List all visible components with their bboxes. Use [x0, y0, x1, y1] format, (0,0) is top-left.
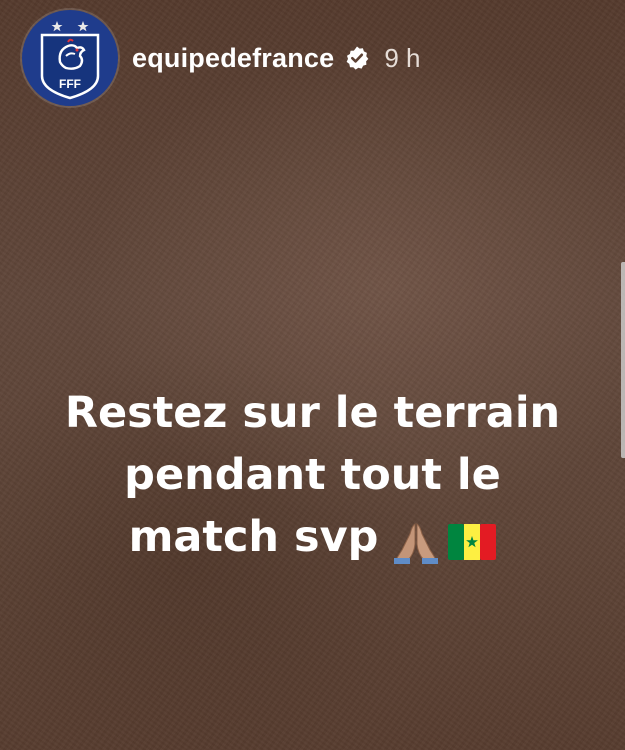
caption-emojis — [388, 509, 497, 571]
verified-badge-icon — [344, 45, 370, 71]
senegal-flag-emoji — [448, 524, 497, 560]
scrollbar[interactable] — [621, 262, 625, 458]
caption-line: Restez sur le terrain — [64, 388, 561, 438]
avatar-text: FFF — [59, 77, 81, 91]
caption-line-with-emoji: match svp — [0, 506, 625, 571]
account-avatar[interactable]: FFF — [22, 10, 118, 106]
background-texture — [0, 0, 625, 750]
story-view[interactable]: FFF equipedefrance 9 h Restez sur le ter… — [0, 0, 625, 750]
post-time: 9 h — [384, 42, 421, 73]
account-username[interactable]: equipedefrance — [132, 43, 334, 74]
story-header: FFF equipedefrance 9 h — [22, 10, 421, 106]
caption-line: match svp — [128, 512, 379, 562]
story-caption: Restez sur le terrain pendant tout le ma… — [0, 382, 625, 571]
caption-line: pendant tout le — [124, 450, 501, 500]
folded-hands-emoji — [394, 523, 439, 564]
fff-logo-icon: FFF — [40, 21, 100, 100]
